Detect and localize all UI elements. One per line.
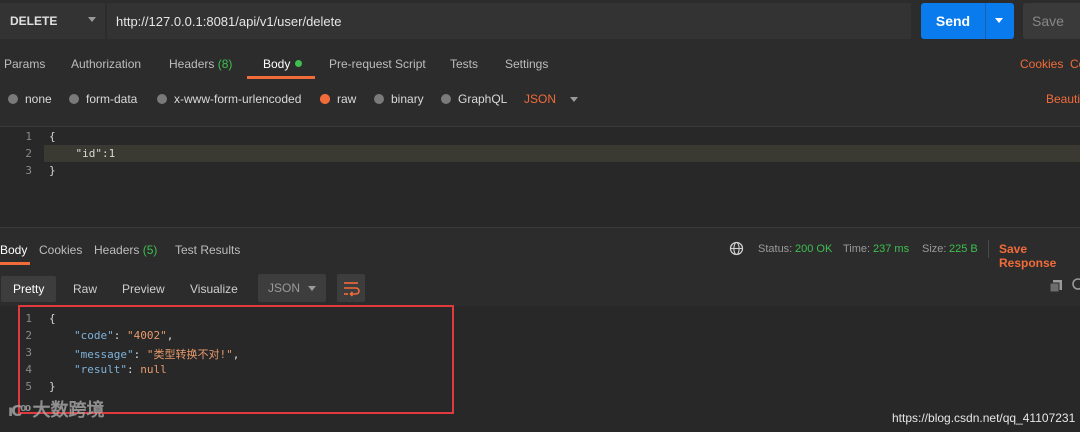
save-response-button[interactable]: Save Response <box>999 242 1080 270</box>
body-format-select[interactable]: JSON <box>524 92 579 106</box>
tab-headers[interactable]: Headers (8) <box>169 57 232 71</box>
beautify-link[interactable]: Beauti <box>1046 92 1080 106</box>
radio-dot-icon <box>157 94 167 104</box>
view-visualize-button[interactable]: Visualize <box>178 276 250 302</box>
request-body-editor[interactable]: 1 2 3 { "id":1 } <box>0 126 1080 228</box>
globe-icon[interactable] <box>729 241 744 259</box>
view-preview-button[interactable]: Preview <box>110 276 177 302</box>
body-format-label: JSON <box>524 92 557 106</box>
headers-count: (8) <box>217 57 233 71</box>
watermark-logo: ıC⁰⁰ 大数跨境 <box>8 396 105 422</box>
chevron-down-icon <box>308 286 316 291</box>
radio-form-data-label: form-data <box>86 92 138 106</box>
active-tab-indicator <box>247 76 315 79</box>
code-line: { <box>49 130 56 143</box>
line-number: 3 <box>25 164 32 177</box>
radio-binary-label: binary <box>391 92 424 106</box>
modified-dot-icon <box>295 60 303 67</box>
response-tab-body[interactable]: Body <box>0 243 27 257</box>
divider <box>988 240 989 258</box>
radio-dot-icon <box>8 94 18 104</box>
send-button[interactable]: Send <box>921 3 1014 39</box>
radio-graphql-label: GraphQL <box>458 92 508 106</box>
save-button[interactable]: Save <box>1023 3 1080 39</box>
watermark-mark-icon: ıC⁰⁰ <box>8 402 33 420</box>
url-input[interactable]: http://127.0.0.1:8081/api/v1/user/delete <box>107 3 911 39</box>
tab-body[interactable]: Body <box>263 57 303 71</box>
status-label: Status: <box>758 243 793 255</box>
copy-icon[interactable] <box>1049 279 1063 296</box>
chevron-down-icon <box>570 96 579 102</box>
time-label: Time: <box>843 243 871 255</box>
radio-urlencoded-label: x-www-form-urlencoded <box>174 92 302 106</box>
tab-prerequest-script[interactable]: Pre-request Script <box>329 57 426 71</box>
method-select[interactable]: DELETE <box>0 3 106 39</box>
radio-dot-icon <box>69 94 79 104</box>
tab-headers-label: Headers <box>169 57 215 71</box>
response-tab-headers-label: Headers <box>94 243 140 257</box>
radio-selected-icon <box>320 94 330 104</box>
response-tab-test-results[interactable]: Test Results <box>175 243 240 257</box>
active-tab-indicator <box>0 262 30 265</box>
tab-authorization[interactable]: Authorization <box>71 57 141 71</box>
time-value: 237 ms <box>873 243 910 255</box>
response-tab-cookies[interactable]: Cookies <box>39 243 82 257</box>
radio-graphql[interactable]: GraphQL <box>441 92 507 106</box>
active-line-highlight <box>44 145 1080 162</box>
method-label: DELETE <box>10 14 58 28</box>
radio-raw[interactable]: raw <box>320 92 356 106</box>
tab-tests[interactable]: Tests <box>450 57 478 71</box>
response-headers-count: (5) <box>142 243 158 257</box>
size-value: 225 B <box>949 243 978 255</box>
code-link[interactable]: Co <box>1070 57 1080 71</box>
tab-settings[interactable]: Settings <box>505 57 548 71</box>
watermark-text: 大数跨境 <box>32 400 105 420</box>
code-line: } <box>49 164 56 177</box>
view-pretty-button[interactable]: Pretty <box>1 276 57 302</box>
radio-none-label: none <box>25 92 52 106</box>
line-number: 1 <box>25 130 32 143</box>
radio-none[interactable]: none <box>8 92 52 106</box>
radio-dot-icon <box>374 94 384 104</box>
send-label: Send <box>935 13 971 29</box>
source-url: https://blog.csdn.net/qq_41107231 <box>892 411 1076 425</box>
radio-dot-icon <box>441 94 451 104</box>
radio-raw-label: raw <box>337 92 357 106</box>
chevron-down-icon <box>88 17 96 22</box>
response-tab-headers[interactable]: Headers (5) <box>94 243 157 257</box>
tab-body-label: Body <box>263 57 291 71</box>
response-format-label: JSON <box>268 281 301 295</box>
view-raw-button[interactable]: Raw <box>61 276 109 302</box>
wrap-lines-button[interactable] <box>337 274 365 302</box>
radio-binary[interactable]: binary <box>374 92 424 106</box>
radio-form-data[interactable]: form-data <box>69 92 137 106</box>
chevron-down-icon[interactable] <box>995 18 1003 23</box>
status-value: 200 OK <box>795 243 833 255</box>
line-number: 2 <box>25 147 32 160</box>
cookies-link[interactable]: Cookies <box>1020 57 1063 71</box>
search-icon[interactable] <box>1070 278 1080 296</box>
tab-params[interactable]: Params <box>4 57 45 71</box>
size-label: Size: <box>922 243 947 255</box>
code-line: "id":1 <box>49 147 116 160</box>
wrap-icon <box>344 282 360 297</box>
send-divider <box>985 3 986 39</box>
radio-urlencoded[interactable]: x-www-form-urlencoded <box>157 92 301 106</box>
response-format-select[interactable]: JSON <box>258 274 326 302</box>
